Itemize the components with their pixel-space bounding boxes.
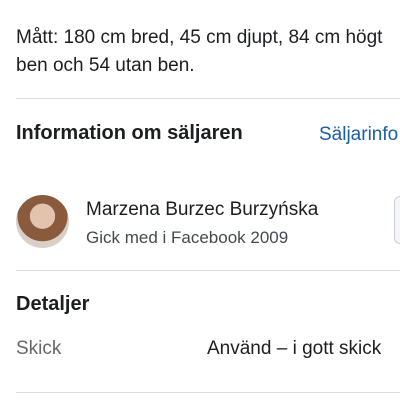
description-line-1: Mått: 180 cm bred, 45 cm djupt, 84 cm hö… <box>16 27 383 48</box>
detail-label-condition: Skick <box>16 338 62 359</box>
seller-action-button[interactable] <box>394 196 400 244</box>
seller-info-link[interactable]: Säljarinfo <box>319 124 398 146</box>
divider <box>16 270 400 271</box>
seller-joined-text: Gick med i Facebook 2009 <box>86 228 289 247</box>
divider <box>16 98 400 99</box>
seller-name[interactable]: Marzena Burzec Burzyńska <box>86 199 318 221</box>
detail-value-condition: Använd – i gott skick <box>207 338 382 359</box>
avatar[interactable] <box>16 195 69 248</box>
description-line-2: ben och 54 utan ben. <box>16 55 195 76</box>
divider <box>16 392 400 393</box>
seller-info-heading: Information om säljaren <box>16 122 243 144</box>
details-heading: Detaljer <box>16 293 90 315</box>
